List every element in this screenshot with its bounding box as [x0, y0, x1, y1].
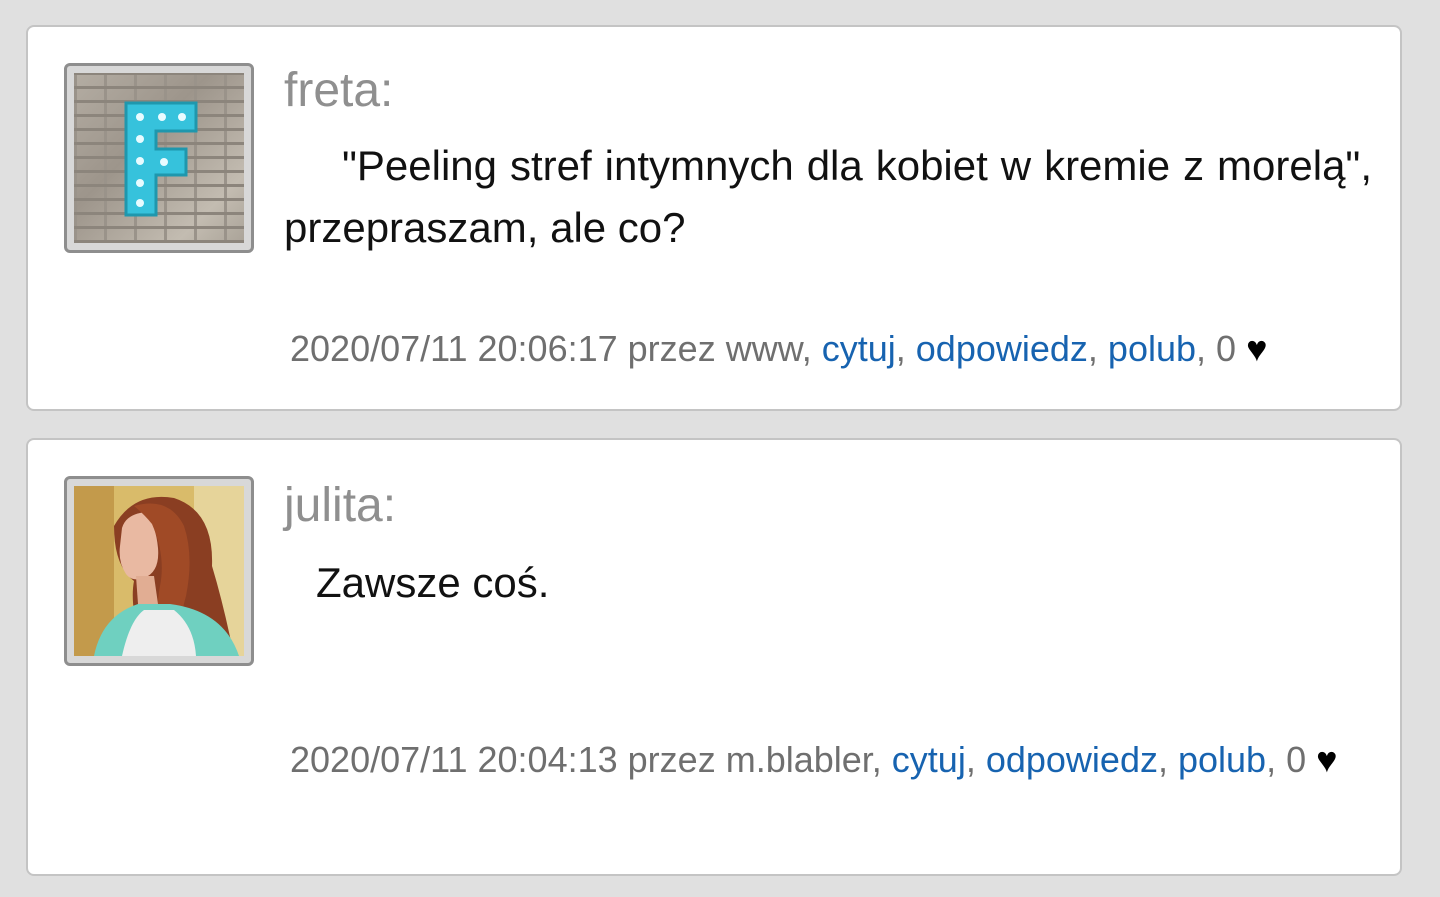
comment-card: julita: Zawsze coś. 2020/07/11 20:04:13 …	[26, 438, 1402, 876]
like-count: 0	[1216, 328, 1237, 369]
comment-timestamp: 2020/07/11 20:06:17	[290, 328, 618, 369]
heart-icon: ♥	[1246, 328, 1268, 369]
reply-link[interactable]: odpowiedz	[916, 328, 1088, 369]
comment-source: www	[725, 328, 802, 369]
comment-meta: 2020/07/11 20:04:13 przez m.blabler, cyt…	[290, 739, 1338, 780]
quote-link[interactable]: cytuj	[822, 328, 896, 369]
letter-sign-icon	[124, 101, 198, 217]
comment-source: m.blabler	[725, 739, 872, 780]
via-prefix: przez	[627, 328, 716, 369]
avatar[interactable]	[64, 476, 254, 666]
portrait-icon	[74, 486, 244, 656]
like-link[interactable]: polub	[1178, 739, 1266, 780]
via-prefix: przez	[627, 739, 716, 780]
avatar-image	[74, 73, 244, 243]
reply-link[interactable]: odpowiedz	[986, 739, 1158, 780]
like-count: 0	[1286, 739, 1307, 780]
heart-icon: ♥	[1316, 739, 1338, 780]
comment-text: "Peeling stref intymnych dla kobiet w kr…	[284, 142, 1372, 251]
comment-text: Zawsze coś.	[316, 559, 550, 606]
comment-author: julita:	[284, 479, 397, 532]
like-link[interactable]: polub	[1108, 328, 1196, 369]
quote-link[interactable]: cytuj	[892, 739, 966, 780]
comment-meta: 2020/07/11 20:06:17 przez www, cytuj, od…	[290, 328, 1268, 369]
avatar[interactable]	[64, 63, 254, 253]
comment-author: freta:	[284, 64, 394, 117]
comment-card: freta: "Peeling stref intymnych dla kobi…	[26, 25, 1402, 411]
comment-timestamp: 2020/07/11 20:04:13	[290, 739, 618, 780]
avatar-image	[74, 486, 244, 656]
